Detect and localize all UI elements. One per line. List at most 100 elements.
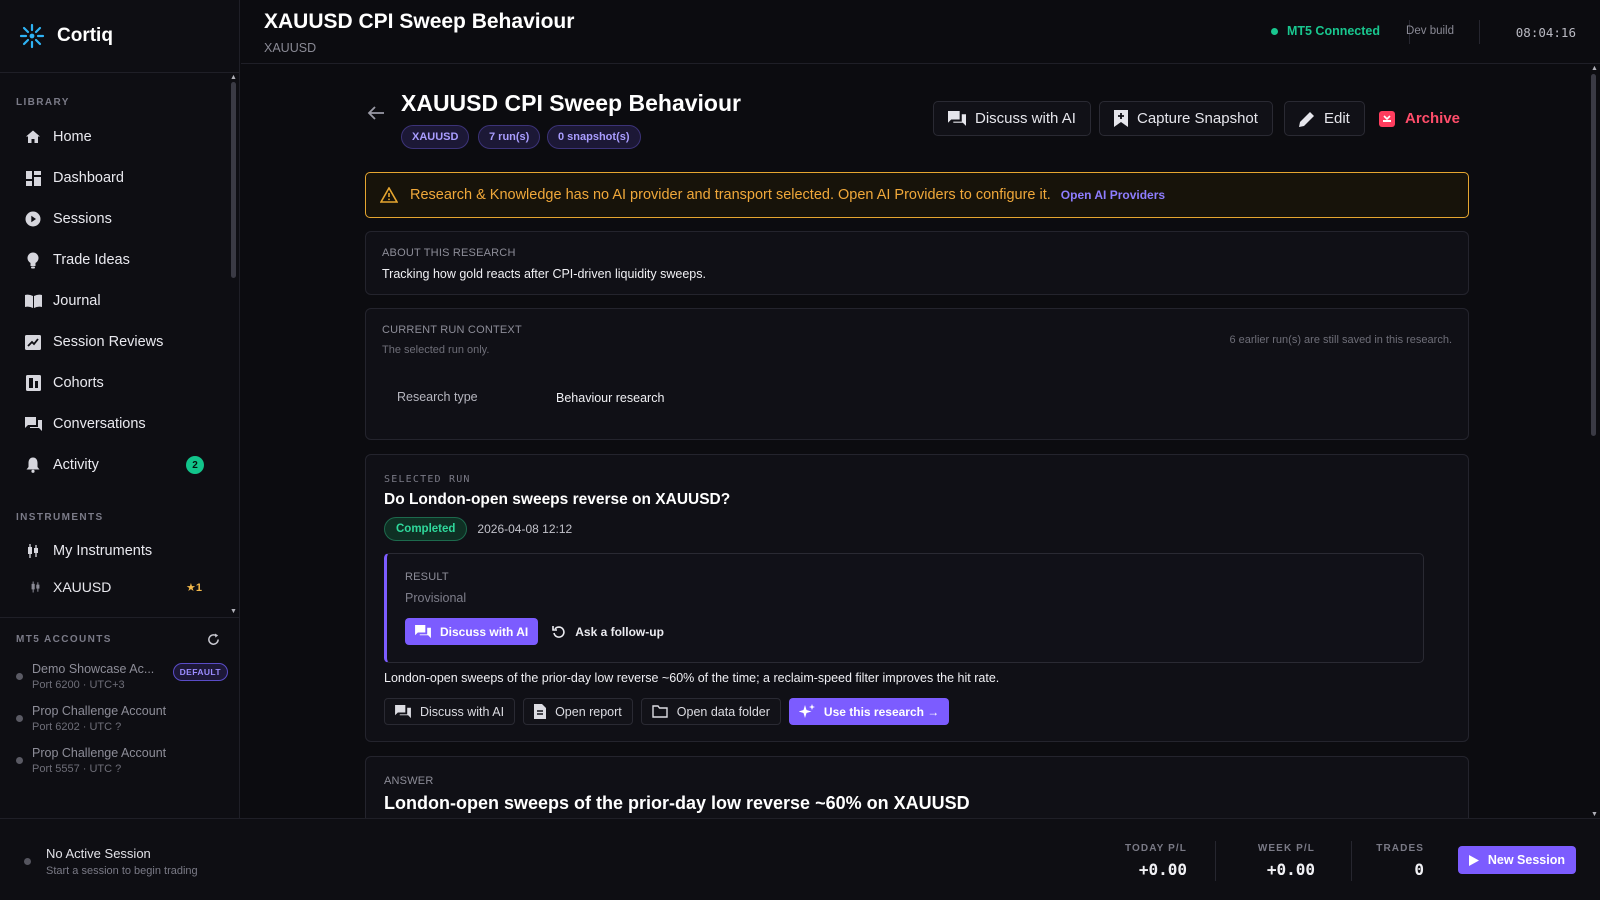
divider [1479, 20, 1480, 44]
result-discuss-button[interactable]: Discuss with AI [405, 618, 539, 645]
context-sub: The selected run only. [382, 344, 490, 356]
trades: TRADES 0 [1376, 843, 1424, 879]
sidebar-item-label: Home [53, 129, 92, 145]
sidebar-item-label: My Instruments [53, 543, 153, 559]
sidebar-item-trade-ideas[interactable]: Trade Ideas [16, 241, 214, 279]
sidebar-scrollbar[interactable] [231, 82, 236, 278]
research-type-label: Research type [397, 390, 478, 404]
lightbulb-icon [24, 251, 42, 269]
archive-button[interactable]: Archive [1379, 101, 1460, 136]
ask-follow-up-button[interactable]: Ask a follow-up [552, 625, 664, 639]
account-name: Prop Challenge Account [32, 746, 167, 760]
account-status-dot [16, 757, 23, 764]
scroll-up-arrow-icon[interactable]: ▲ [230, 74, 237, 81]
mt5-accounts: MT5 ACCOUNTS Demo Showcase Ac... Port 62… [0, 617, 240, 818]
run-meta: Completed 2026-04-08 12:12 [384, 517, 572, 541]
play-circle-icon [24, 210, 42, 228]
open-ai-providers-link[interactable]: Open AI Providers [1061, 188, 1165, 202]
main-scrollbar[interactable] [1591, 74, 1596, 436]
sidebar-item-conversations[interactable]: Conversations [16, 405, 214, 443]
sidebar-item-label: Cohorts [53, 375, 104, 391]
dashboard-icon [24, 169, 42, 187]
sidebar-item-home[interactable]: Home [16, 118, 214, 156]
session-status-dot [24, 858, 31, 865]
button-label: Discuss with AI [975, 110, 1076, 127]
trades-label: TRADES [1376, 843, 1424, 854]
sidebar-item-my-instruments[interactable]: My Instruments [16, 532, 214, 570]
status-badge: Completed [384, 517, 468, 541]
sidebar-item-session-reviews[interactable]: Session Reviews [16, 323, 214, 361]
main-scroll-up-icon[interactable]: ▲ [1591, 65, 1598, 72]
about-card: ABOUT THIS RESEARCH Tracking how gold re… [365, 231, 1469, 295]
document-icon [534, 704, 547, 719]
archive-icon [1379, 110, 1395, 127]
mt5-account[interactable]: Demo Showcase Ac... Port 6200 · UTC+3 DE… [16, 662, 228, 691]
undo-icon [552, 625, 565, 638]
sidebar-item-label: Sessions [53, 211, 112, 227]
sidebar-item-sessions[interactable]: Sessions [16, 200, 214, 238]
bell-icon [24, 456, 42, 474]
default-badge: DEFAULT [172, 663, 228, 681]
mt5-account[interactable]: Prop Challenge Account Port 6202 · UTC ? [16, 704, 228, 733]
trades-value: 0 [1414, 860, 1424, 879]
review-icon [24, 333, 42, 351]
sidebar-item-label: Activity [53, 457, 99, 473]
sidebar-nav[interactable]: LIBRARY Home Dashboard Sessions Trade Id… [0, 73, 240, 617]
button-label: Use this research → [823, 704, 940, 719]
button-label: New Session [1487, 853, 1565, 867]
divider [1215, 841, 1216, 881]
sidebar-item-journal[interactable]: Journal [16, 282, 214, 320]
run-actions: Discuss with AI Open report Open data fo… [384, 698, 950, 725]
week-pl: WEEK P/L +0.00 [1258, 843, 1315, 879]
selected-run-caption: SELECTED RUN [384, 474, 471, 485]
bookmark-plus-icon [1114, 110, 1128, 127]
result-caption: RESULT [405, 571, 449, 583]
button-label: Discuss with AI [440, 624, 529, 639]
discuss-with-ai-button[interactable]: Discuss with AI [384, 698, 516, 725]
context-note: 6 earlier run(s) are still saved in this… [1229, 334, 1452, 346]
button-label: Edit [1324, 110, 1350, 127]
library-label: LIBRARY [16, 97, 70, 108]
main-scroll-down-icon[interactable]: ▼ [1591, 811, 1598, 818]
mt5-account[interactable]: Prop Challenge Account Port 5557 · UTC ? [16, 746, 228, 775]
about-caption: ABOUT THIS RESEARCH [382, 247, 516, 259]
folder-icon [652, 705, 668, 718]
edit-button[interactable]: Edit [1284, 101, 1365, 136]
new-session-button[interactable]: New Session [1457, 846, 1576, 874]
cortiq-logo-icon [19, 23, 45, 49]
run-timestamp: 2026-04-08 12:12 [477, 522, 573, 536]
brand[interactable]: Cortiq [0, 0, 239, 73]
sidebar-item-dashboard[interactable]: Dashboard [16, 159, 214, 197]
use-this-research-button[interactable]: Use this research → [788, 698, 950, 725]
button-label: Open data folder [676, 704, 770, 719]
discuss-with-ai-button[interactable]: Discuss with AI [933, 101, 1091, 136]
connection-status-label: MT5 Connected [1286, 24, 1380, 38]
sidebar-item-xauusd[interactable]: XAUUSD ★1 [16, 568, 214, 606]
refresh-icon[interactable] [207, 633, 220, 646]
instrument-chip: XAUUSD [401, 125, 470, 149]
sidebar: Cortiq LIBRARY Home Dashboard Sessions T… [0, 0, 240, 818]
open-report-button[interactable]: Open report [523, 698, 633, 725]
app-root: Cortiq LIBRARY Home Dashboard Sessions T… [0, 0, 1600, 900]
divider [1351, 841, 1352, 881]
button-label: Discuss with AI [420, 704, 505, 719]
today-pl-value: +0.00 [1138, 860, 1187, 879]
account-port: Port 5557 · UTC ? [32, 763, 122, 775]
sidebar-item-label: Conversations [53, 416, 146, 432]
back-arrow-icon[interactable] [367, 105, 385, 121]
main-content[interactable]: XAUUSD CPI Sweep Behaviour XAUUSD 7 run(… [241, 65, 1600, 818]
connection-status: MT5 Connected [1270, 24, 1380, 38]
button-label: Archive [1405, 110, 1461, 127]
today-pl: TODAY P/L +0.00 [1125, 843, 1187, 879]
scroll-down-arrow-icon[interactable]: ▼ [230, 608, 237, 615]
about-text: Tracking how gold reacts after CPI-drive… [382, 267, 706, 281]
mt5-label: MT5 ACCOUNTS [16, 634, 112, 645]
open-data-folder-button[interactable]: Open data folder [640, 698, 781, 725]
answer-card: ANSWER London-open sweeps of the prior-d… [365, 756, 1469, 818]
chat-icon [948, 110, 966, 127]
selected-run-card: SELECTED RUN Do London-open sweeps rever… [365, 454, 1469, 742]
button-label: Open report [555, 704, 622, 719]
sidebar-item-activity[interactable]: Activity 2 [16, 446, 214, 484]
capture-snapshot-button[interactable]: Capture Snapshot [1099, 101, 1273, 136]
sidebar-item-cohorts[interactable]: Cohorts [16, 364, 214, 402]
